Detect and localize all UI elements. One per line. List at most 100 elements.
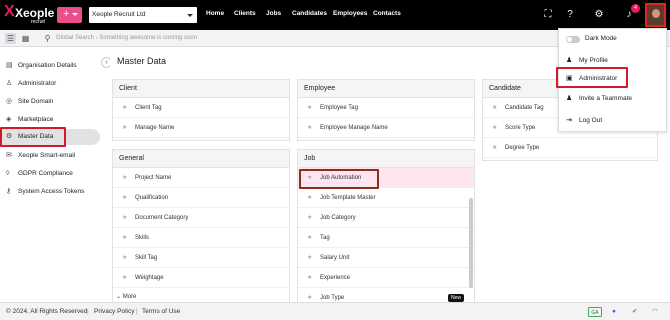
search-input[interactable]: Global Search - Something awesome is com…	[56, 35, 197, 41]
list-item[interactable]: ★ Qualification	[113, 188, 289, 208]
list-item[interactable]: ★ Job Category	[298, 208, 474, 228]
star-icon[interactable]: ★	[122, 118, 127, 138]
nav-employees[interactable]: Employees	[333, 10, 367, 17]
dropdown-label: Log Out	[579, 117, 603, 124]
dropdown-label: Dark Mode	[585, 35, 617, 42]
star-icon[interactable]: ★	[307, 188, 312, 208]
ga-badge: GA	[588, 307, 602, 317]
sidebar-item-smart-email[interactable]: ✉ Xeople Smart-email	[0, 148, 100, 164]
check-circle-icon[interactable]: ✔	[632, 303, 637, 320]
grid-view-icon[interactable]: ▦	[20, 33, 31, 44]
list-item[interactable]: ★ Manage Name	[113, 118, 289, 138]
list-item[interactable]: ★ Weightage	[113, 268, 289, 288]
terms-link[interactable]: Terms of Use	[142, 303, 180, 320]
invite-teammate-item[interactable]: ♟ Invite a Teammate	[559, 91, 668, 107]
item-label: Experience	[320, 275, 351, 281]
star-icon[interactable]: ★	[492, 118, 497, 138]
list-item[interactable]: ★ Tag	[298, 228, 474, 248]
item-label: Employee Tag	[320, 105, 358, 111]
sidebar-item-marketplace[interactable]: ◈ Marketplace	[0, 112, 100, 128]
avatar-face	[652, 9, 660, 18]
list-item[interactable]: ★ Project Name	[113, 168, 289, 188]
star-icon[interactable]: ★	[122, 228, 127, 248]
list-item[interactable]: ★ Experience	[298, 268, 474, 288]
search-icon: ⚲	[44, 34, 51, 43]
star-icon[interactable]: ★	[307, 248, 312, 268]
star-icon[interactable]: ★	[122, 98, 127, 118]
settings-gear-icon[interactable]: ⚙	[592, 8, 606, 22]
sidebar-item-access-tokens[interactable]: ⚷ System Access Tokens	[0, 184, 100, 200]
nav-jobs[interactable]: Jobs	[266, 10, 281, 17]
list-item[interactable]: ★ Employee Tag	[298, 98, 474, 118]
list-item[interactable]: ★ Employee Manage Name	[298, 118, 474, 138]
star-icon[interactable]: ★	[307, 98, 312, 118]
xeople-logo[interactable]: X Xeople recruit	[4, 3, 54, 27]
user-circle-icon[interactable]: ●	[612, 303, 616, 320]
star-icon[interactable]: ★	[122, 168, 127, 188]
list-view-icon[interactable]: ☰	[5, 33, 16, 44]
toggle-switch[interactable]	[566, 36, 580, 43]
sidebar-item-site-domain[interactable]: ◎ Site Domain	[0, 94, 100, 110]
job-automation-highlight	[299, 169, 379, 189]
star-icon[interactable]: ★	[122, 248, 127, 268]
star-icon[interactable]: ★	[122, 208, 127, 228]
item-label: Score Type	[505, 125, 536, 131]
star-icon[interactable]: ★	[307, 268, 312, 288]
star-icon[interactable]: ★	[492, 98, 497, 118]
add-user-icon: ♟	[566, 95, 573, 102]
nav-home[interactable]: Home	[206, 10, 224, 17]
sidebar: ▤ Organisation Details ♙ Administrator ◎ Si…	[0, 48, 106, 300]
dark-mode-toggle[interactable]: Dark Mode	[559, 31, 668, 47]
star-icon[interactable]: ★	[122, 268, 127, 288]
new-badge: New	[447, 294, 464, 302]
dropdown-label: My Profile	[579, 57, 608, 64]
chevron-down-icon: ⌄	[116, 294, 122, 300]
item-label: Qualification	[135, 195, 169, 201]
add-new-button[interactable]: +	[57, 7, 82, 23]
more-button[interactable]: ⌄ More	[116, 293, 136, 300]
star-icon[interactable]: ★	[307, 228, 312, 248]
item-label: Degree Type	[505, 145, 540, 151]
user-avatar[interactable]	[645, 3, 666, 27]
nav-candidates[interactable]: Candidates	[292, 10, 327, 17]
footer-divider: |	[136, 308, 138, 315]
sidebar-item-gdpr[interactable]: ◊ GDPR Compliance	[0, 166, 100, 182]
fullscreen-icon[interactable]: ⛶	[541, 8, 555, 22]
list-item[interactable]: ★ Skills	[113, 228, 289, 248]
item-label: Job Category	[320, 215, 356, 221]
list-item[interactable]: ★ Document Category	[113, 208, 289, 228]
star-icon[interactable]: ★	[307, 118, 312, 138]
key-icon: ⚷	[6, 188, 12, 195]
nav-contacts[interactable]: Contacts	[373, 10, 401, 17]
company-select[interactable]: Xeople Recruit Ltd	[89, 7, 197, 23]
item-label: Document Category	[135, 215, 189, 221]
star-icon[interactable]: ★	[307, 208, 312, 228]
sidebar-item-organisation-details[interactable]: ▤ Organisation Details	[0, 58, 100, 74]
list-item[interactable]: ★ Client Tag	[113, 98, 289, 118]
list-item[interactable]: ★ Job Template Master	[298, 188, 474, 208]
list-item[interactable]: ★ Degree Type	[483, 138, 657, 158]
sidebar-item-administrator[interactable]: ♙ Administrator	[0, 76, 100, 92]
privacy-link[interactable]: Privacy Policy	[94, 303, 134, 320]
scrollbar[interactable]	[469, 198, 473, 288]
chevron-down-icon	[72, 13, 78, 16]
list-item[interactable]: ★ Salary Unit	[298, 248, 474, 268]
dropdown-label: Invite a Teammate	[579, 95, 632, 102]
item-label: Skill Tag	[135, 255, 158, 261]
star-icon[interactable]: ★	[122, 188, 127, 208]
logout-item[interactable]: ⇥ Log Out	[559, 113, 668, 129]
item-label: Employee Manage Name	[320, 125, 388, 131]
wifi-icon: ◠	[652, 308, 658, 315]
nav-clients[interactable]: Clients	[234, 10, 256, 17]
sidebar-item-label: Xeople Smart-email	[18, 152, 76, 159]
more-label: More	[122, 294, 137, 300]
sidebar-item-label: Organisation Details	[18, 62, 77, 69]
item-label: Project Name	[135, 175, 172, 181]
company-name: Xeople Recruit Ltd	[92, 11, 146, 18]
sidebar-item-label: Site Domain	[18, 98, 54, 105]
list-item[interactable]: ★ Skill Tag	[113, 248, 289, 268]
item-label: Client Tag	[135, 105, 162, 111]
star-icon[interactable]: ★	[492, 138, 497, 158]
help-icon[interactable]: ?	[563, 8, 577, 22]
shield-icon: ◊	[6, 170, 10, 177]
